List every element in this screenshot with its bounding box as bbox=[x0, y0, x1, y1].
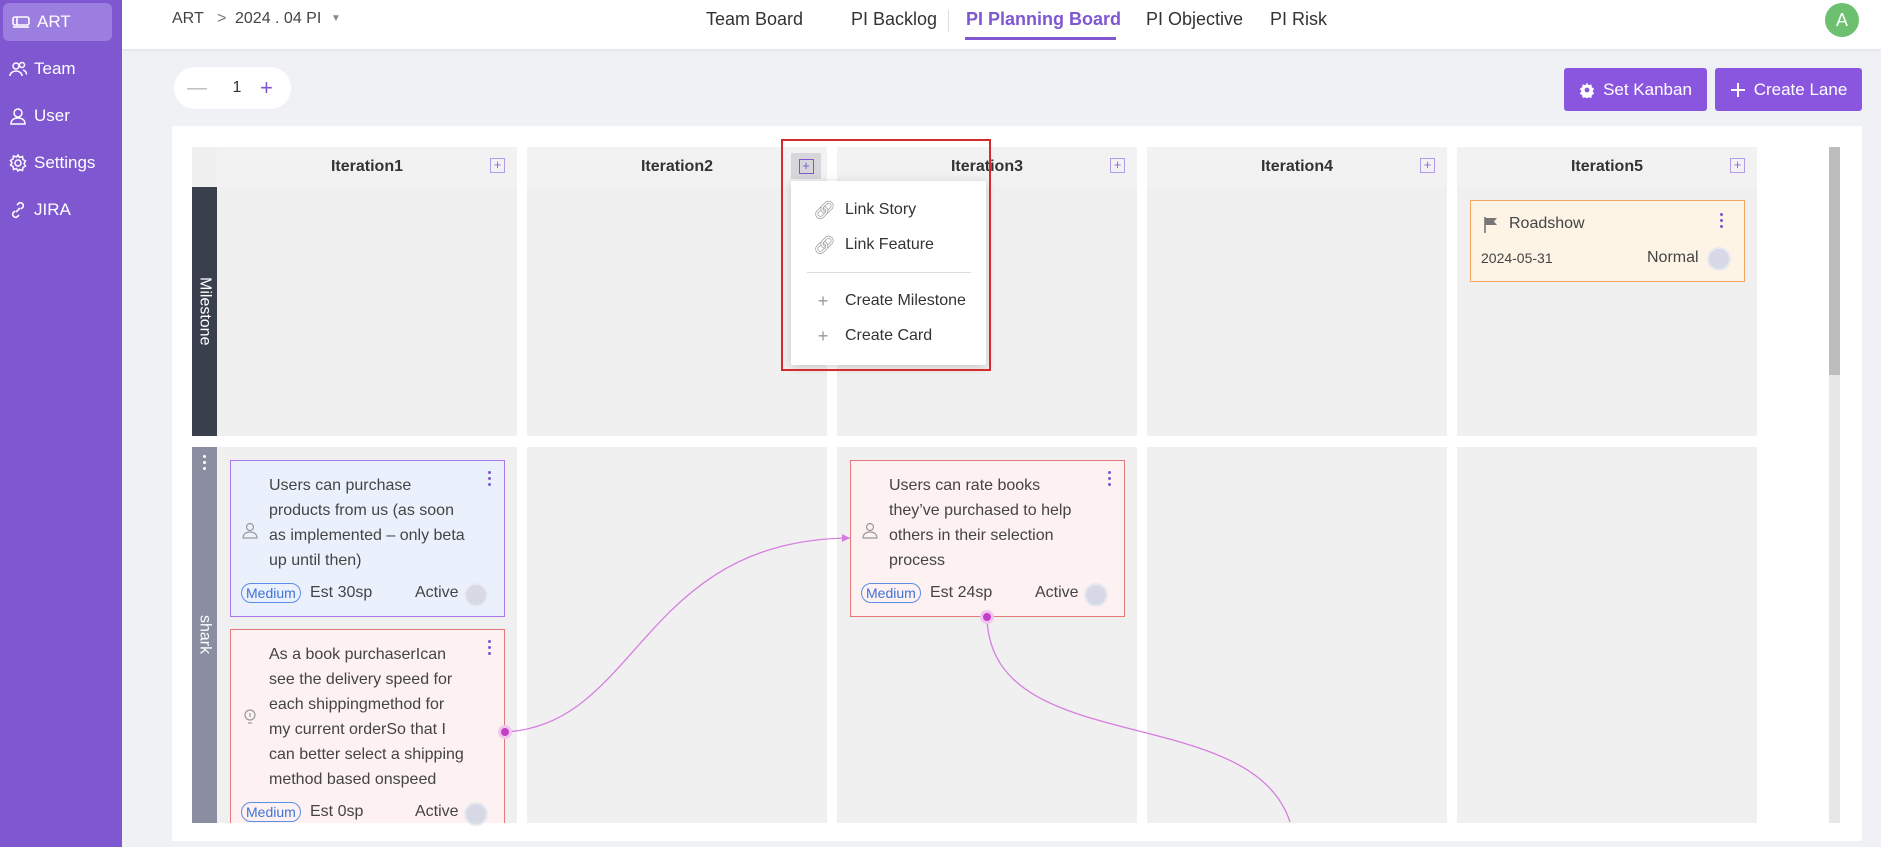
connector-dot bbox=[983, 613, 991, 621]
connector-dot bbox=[501, 728, 509, 736]
scrollbar-thumb[interactable] bbox=[1829, 147, 1840, 375]
highlight-box bbox=[781, 139, 991, 371]
dependency-lines bbox=[498, 534, 1291, 823]
dependency-line bbox=[986, 616, 1291, 823]
arrow-head bbox=[842, 534, 850, 542]
dependency-line bbox=[504, 537, 851, 733]
